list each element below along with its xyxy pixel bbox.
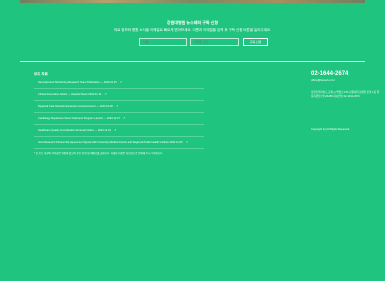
news-footnote: * 본 보도 자료의 저작권은 병원에 있으며 무단 전재 및 재배포를 금합니… [34,152,164,155]
external-link-icon: ↗ [113,128,117,132]
news-item[interactable]: Hemodynamic Monitoring Research Team Pub… [34,77,204,89]
contact-email[interactable]: office@kwnuh.or.kr [311,78,381,82]
newsletter-description: 의료 정보와 병원 소식을 이메일로 빠르게 받아보세요. 이름과 이메일을 입… [113,28,272,32]
section-divider [20,61,365,62]
news-item[interactable]: Healthcare Quality Accreditation Renewal… [34,125,204,137]
newsletter-form: 구독 신청 [0,38,385,47]
external-link-icon: ↗ [104,92,107,96]
contact-panel: 02-1644-2674 office@kwnuh.or.kr 강원특별자치도 … [311,70,381,132]
news-item[interactable]: Joint Research Partnership Agreement Sig… [34,137,204,149]
news-item[interactable]: Clinical Innovation Award — Hospital New… [34,89,204,101]
subscribe-button[interactable]: 구독 신청 [243,38,268,46]
news-item[interactable]: Regional Care Network Expansion Announce… [34,101,204,113]
news-section: 보도 자료 Hemodynamic Monitoring Research Te… [34,72,204,156]
top-banner-strip [20,0,365,3]
news-list: Hemodynamic Monitoring Research Team Pub… [34,77,204,149]
newsletter-section: 강원대병원 뉴스레터 구독 신청 의료 정보와 병원 소식을 이메일로 빠르게 … [0,20,385,33]
newsletter-title: 강원대병원 뉴스레터 구독 신청 [166,20,219,25]
news-item[interactable]: Cardiology Department New Treatment Prog… [34,113,204,125]
phone-number: 02-1644-2674 [311,71,349,77]
email-input[interactable] [190,38,239,46]
external-link-icon: ↗ [115,104,119,108]
hospital-address: 강원특별자치도 춘천시 백령로 156 강원대학교병원 본관 1층 행정지원실 … [311,91,380,98]
name-input[interactable] [139,38,187,46]
external-link-icon: ↗ [185,140,188,144]
copyright: Copyright (c) All Rights Reserved. [311,128,350,132]
external-link-icon: ↗ [122,116,126,120]
external-link-icon: ↗ [119,80,123,84]
